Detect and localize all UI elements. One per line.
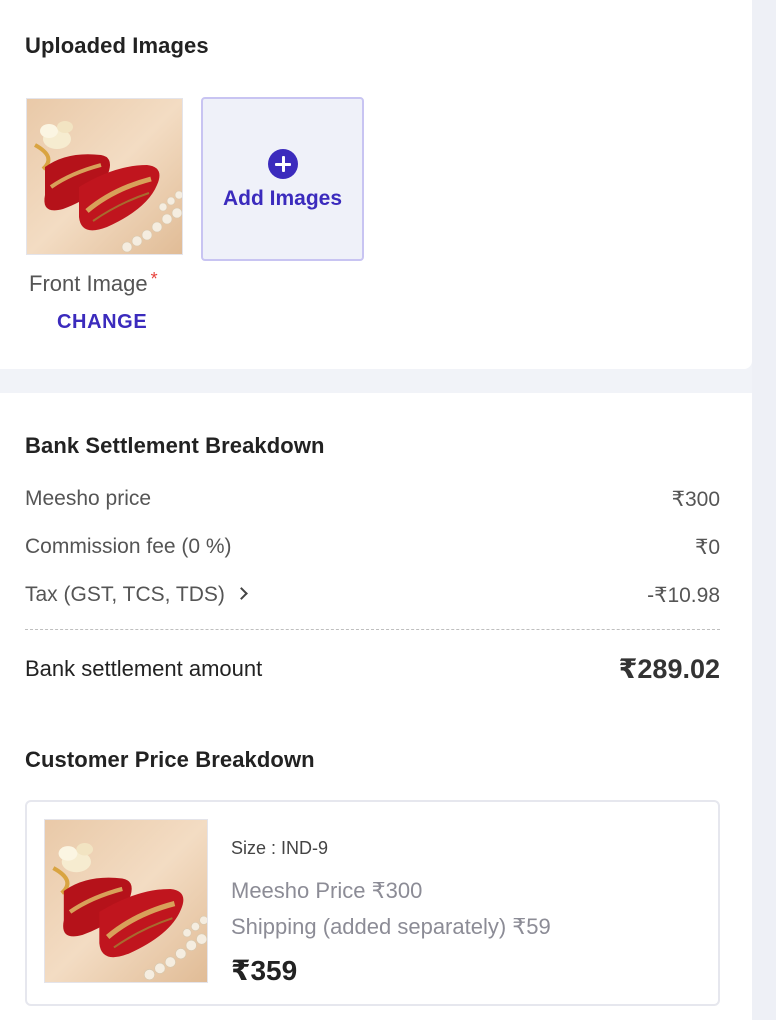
- settlement-row-label: Commission fee (0 %): [25, 535, 232, 558]
- settlement-row-value: ₹0: [694, 535, 720, 559]
- product-photo-jutti-shoes: [45, 820, 207, 982]
- shipping-text: Shipping (added separately) ₹59: [231, 914, 551, 939]
- settlement-row-tax: Tax (GST, TCS, TDS) -₹10.98: [25, 580, 720, 610]
- front-image-label: Front Image *: [29, 269, 158, 297]
- add-images-button[interactable]: Add Images: [201, 97, 364, 261]
- product-photo-jutti-shoes: [27, 99, 182, 254]
- settlement-row-label: Tax (GST, TCS, TDS): [25, 583, 225, 606]
- bank-settlement-title: Bank Settlement Breakdown: [25, 433, 325, 458]
- front-image-label-text: Front Image: [29, 271, 148, 296]
- customer-price-title: Customer Price Breakdown: [25, 747, 315, 772]
- customer-price-value: ₹359: [231, 955, 298, 986]
- total-label: Bank settlement amount: [25, 656, 263, 681]
- size-label: Size : IND-9: [231, 838, 329, 858]
- dashed-divider: [25, 629, 720, 630]
- settlement-row-value: -₹10.98: [647, 583, 720, 607]
- tax-details-toggle[interactable]: Tax (GST, TCS, TDS): [25, 583, 248, 607]
- page-scroll-gutter: [752, 0, 776, 1020]
- front-image-thumbnail[interactable]: [26, 98, 183, 255]
- settlement-row-value: ₹300: [671, 487, 720, 511]
- plus-circle-icon: [268, 149, 298, 179]
- total-value: ₹289.02: [618, 653, 720, 684]
- uploaded-images-card: Uploaded Images Add Images Front Image *…: [0, 0, 752, 369]
- required-asterisk: *: [150, 269, 158, 289]
- meesho-price-text: Meesho Price ₹300: [231, 878, 423, 903]
- settlement-row-label: Meesho price: [25, 487, 152, 510]
- uploaded-images-title: Uploaded Images: [25, 33, 209, 58]
- bank-settlement-total: Bank settlement amount ₹289.02: [25, 652, 720, 686]
- add-images-label: Add Images: [222, 187, 343, 210]
- change-image-link[interactable]: CHANGE: [57, 311, 147, 334]
- settlement-row-commission: Commission fee (0 %) ₹0: [25, 532, 720, 562]
- product-thumbnail: [44, 819, 208, 983]
- settlement-row-meesho-price: Meesho price ₹300: [25, 484, 720, 514]
- chevron-right-icon: [235, 587, 248, 600]
- customer-price-card: Size : IND-9 Meesho Price ₹300 Shipping …: [25, 800, 720, 1006]
